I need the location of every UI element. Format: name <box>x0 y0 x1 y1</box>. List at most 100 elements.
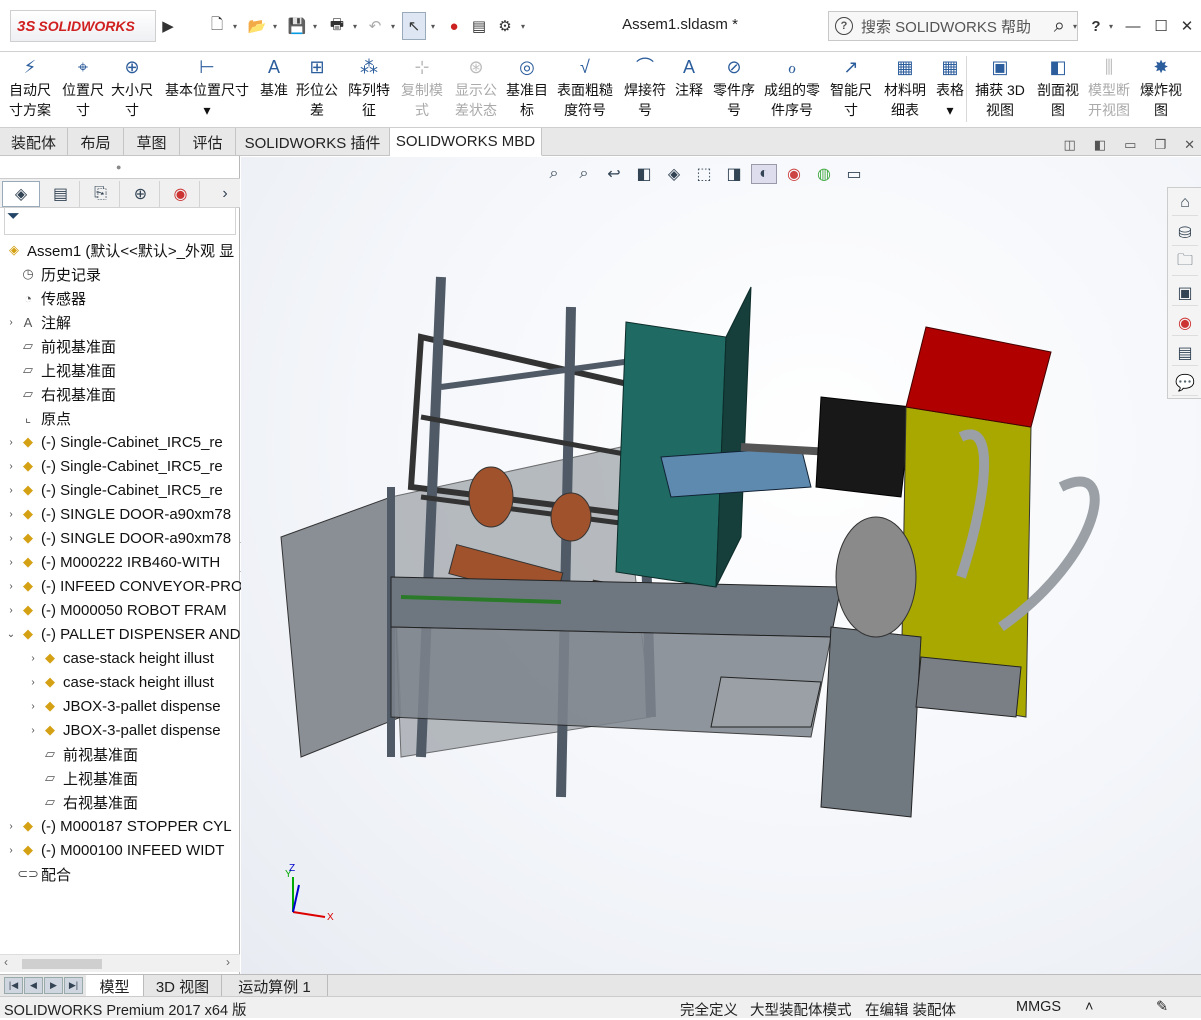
last-tab-icon[interactable]: ▶| <box>64 977 83 994</box>
weld-button[interactable]: ⌒ 焊接符号 <box>618 54 672 120</box>
tree-item[interactable]: ⊂⊃ 配合 <box>4 862 71 886</box>
expand-arrow-icon[interactable]: › <box>26 701 40 712</box>
tree-item[interactable]: ▱ 上视基准面 <box>26 766 138 790</box>
tree-item[interactable]: › A 注解 <box>4 310 71 334</box>
tab-sketch[interactable]: 草图 <box>124 128 180 156</box>
size-dim-button[interactable]: ⊕ 大小尺寸 <box>108 54 156 120</box>
view-palette-icon[interactable]: ▣ <box>1172 280 1198 306</box>
maximize-button[interactable]: ☐ <box>1150 12 1172 40</box>
home-icon[interactable]: ⌂ <box>1172 190 1198 216</box>
tree-item[interactable]: › ◆ (-) M000050 ROBOT FRAM <box>4 598 226 622</box>
print-icon[interactable]: 🖶 <box>326 12 348 40</box>
tree-item[interactable]: › ◆ JBOX-3-pallet dispense <box>26 694 220 718</box>
help-dropdown-icon[interactable]: ▾ <box>1106 12 1116 40</box>
tree-item[interactable]: › ◆ (-) SINGLE DOOR-a90xm78 <box>4 526 231 550</box>
property-manager-tab-icon[interactable]: ▤ <box>42 181 80 207</box>
solidworks-logo[interactable]: 3S SOLIDWORKS <box>10 10 156 42</box>
tab-layout[interactable]: 布局 <box>68 128 124 156</box>
auto-dim-button[interactable]: ⚡ 自动尺 寸方案 <box>0 54 60 120</box>
tree-item[interactable]: ⌞ 原点 <box>4 406 71 430</box>
options-dropdown-icon[interactable]: ▾ <box>518 12 528 40</box>
tab-addins[interactable]: SOLIDWORKS 插件 <box>236 128 390 156</box>
configuration-manager-tab-icon[interactable]: ⎘ <box>82 181 120 207</box>
scroll-thumb[interactable] <box>22 959 102 969</box>
capture-3d-button[interactable]: ▣ 捕获 3D 视图 <box>972 54 1028 120</box>
help-button[interactable]: ? <box>1086 12 1106 40</box>
tree-item[interactable]: › ◆ (-) Single-Cabinet_IRC5_re <box>4 478 222 502</box>
panel-scroll-right-icon[interactable]: › <box>206 181 244 207</box>
tree-item[interactable]: › ◆ (-) M000187 STOPPER CYL <box>4 814 231 838</box>
tree-item[interactable]: › ◆ (-) SINGLE DOOR-a90xm78 <box>4 502 231 526</box>
graphics-area[interactable]: ◫ ◧ ▭ ❐ ✕ ⌕ ⌕ ↩ ◧ ◈ ⬚ ◨ ◐ ◉ ◍ ▭ X Y Z ⌂ … <box>241 137 1201 974</box>
tree-item[interactable]: ◷ 历史记录 <box>4 262 101 286</box>
search-input[interactable]: 搜索 SOLIDWORKS 帮助 <box>861 16 1031 37</box>
section-view-button[interactable]: ◧ 剖面视图 <box>1030 54 1086 120</box>
expand-arrow-icon[interactable]: › <box>4 437 18 448</box>
appearances-icon[interactable]: ◉ <box>1172 310 1198 336</box>
search-icon[interactable]: ⌕ <box>1054 15 1065 38</box>
table-button[interactable]: ▦ 表格 ▾ <box>932 54 968 120</box>
save-dropdown-icon[interactable]: ▾ <box>310 12 320 40</box>
expand-arrow-icon[interactable]: › <box>4 317 18 328</box>
tree-item[interactable]: ▱ 上视基准面 <box>4 358 116 382</box>
prev-tab-icon[interactable]: ◀ <box>24 977 43 994</box>
explode-button[interactable]: ✸ 爆炸视图 <box>1136 54 1186 120</box>
expand-arrow-icon[interactable]: › <box>26 653 40 664</box>
open-dropdown-icon[interactable]: ▾ <box>270 12 280 40</box>
expand-arrow-icon[interactable]: › <box>4 533 18 544</box>
tree-horizontal-scrollbar[interactable]: ‹ › <box>0 954 240 972</box>
custom-properties-icon[interactable]: ▤ <box>1172 340 1198 366</box>
show-tol-button[interactable]: ⊛ 显示公 差状态 <box>448 54 504 120</box>
expand-arrow-icon[interactable]: › <box>26 725 40 736</box>
tree-item[interactable]: ▱ 前视基准面 <box>4 334 116 358</box>
display-manager-tab-icon[interactable]: ◉ <box>162 181 200 207</box>
tree-item[interactable]: ⌄ ◆ (-) PALLET DISPENSER AND <box>4 622 241 646</box>
viewport-close-icon[interactable]: ✕ <box>1184 137 1195 153</box>
first-tab-icon[interactable]: |◀ <box>4 977 23 994</box>
viewport-restore-icon[interactable]: ❐ <box>1154 137 1166 153</box>
undo-dropdown-icon[interactable]: ▾ <box>388 12 398 40</box>
viewport-restore-left-icon[interactable]: ◧ <box>1094 137 1106 153</box>
expand-arrow-icon[interactable]: › <box>4 581 18 592</box>
datum-button[interactable]: A 基准 <box>254 54 294 100</box>
balloon-button[interactable]: ⊘ 零件序号 <box>708 54 760 120</box>
expand-arrow-icon[interactable]: ⌄ <box>4 629 18 640</box>
search-dropdown-icon[interactable]: ▾ <box>1073 22 1077 31</box>
tab-model[interactable]: 模型 <box>86 975 144 997</box>
quick-tips-icon[interactable]: ✎ <box>1156 999 1168 1015</box>
undo-icon[interactable]: ↶ <box>364 12 386 40</box>
tree-item[interactable]: › ◆ case-stack height illust <box>26 646 214 670</box>
menu-expand-icon[interactable]: ▶ <box>160 12 176 40</box>
viewport-minimize-icon[interactable]: ▭ <box>1124 137 1136 153</box>
tree-item[interactable]: › ◆ (-) INFEED CONVEYOR-PRO <box>4 574 242 598</box>
tree-item[interactable]: › ◆ (-) Single-Cabinet_IRC5_re <box>4 454 222 478</box>
smart-dim-button[interactable]: ↗ 智能尺寸 <box>826 54 876 120</box>
expand-arrow-icon[interactable]: › <box>4 557 18 568</box>
tree-item[interactable]: › ◆ (-) M000100 INFEED WIDT <box>4 838 224 862</box>
tree-item[interactable]: › ◆ (-) Single-Cabinet_IRC5_re <box>4 430 222 454</box>
datum-target-button[interactable]: ◎ 基准目标 <box>502 54 552 120</box>
surface-finish-button[interactable]: √ 表面粗糙 度符号 <box>552 54 618 120</box>
minimize-button[interactable]: — <box>1122 12 1144 40</box>
new-document-icon[interactable]: 🗋 <box>206 12 228 40</box>
expand-arrow-icon[interactable]: › <box>4 509 18 520</box>
tab-motion-study[interactable]: 运动算例 1 <box>222 975 328 997</box>
copy-scheme-button[interactable]: ⊹ 复制模式 <box>396 54 448 120</box>
print-dropdown-icon[interactable]: ▾ <box>350 12 360 40</box>
filter-icon[interactable]: ⏷ <box>7 208 20 225</box>
expand-arrow-icon[interactable]: › <box>4 605 18 616</box>
file-explorer-icon[interactable]: 🗀 <box>1172 250 1198 276</box>
expand-arrow-icon[interactable]: › <box>4 821 18 832</box>
tab-evaluate[interactable]: 评估 <box>180 128 236 156</box>
next-tab-icon[interactable]: ▶ <box>44 977 63 994</box>
unit-dropdown-icon[interactable]: ˄ <box>1085 999 1093 1015</box>
close-button[interactable]: ✕ <box>1176 12 1198 40</box>
select-dropdown-icon[interactable]: ▾ <box>428 12 438 40</box>
tree-item[interactable]: › ◆ case-stack height illust <box>26 670 214 694</box>
file-properties-icon[interactable]: ▤ <box>468 12 490 40</box>
unit-system[interactable]: MMGS <box>1016 999 1061 1015</box>
tree-item[interactable]: ▱ 右视基准面 <box>26 790 138 814</box>
loc-dim-button[interactable]: ⌖ 位置尺寸 <box>60 54 106 120</box>
feature-manager-tab-icon[interactable]: ◈ <box>2 181 40 207</box>
tree-item[interactable]: ◈ Assem1 (默认<<默认>_外观 显 <box>4 238 234 262</box>
